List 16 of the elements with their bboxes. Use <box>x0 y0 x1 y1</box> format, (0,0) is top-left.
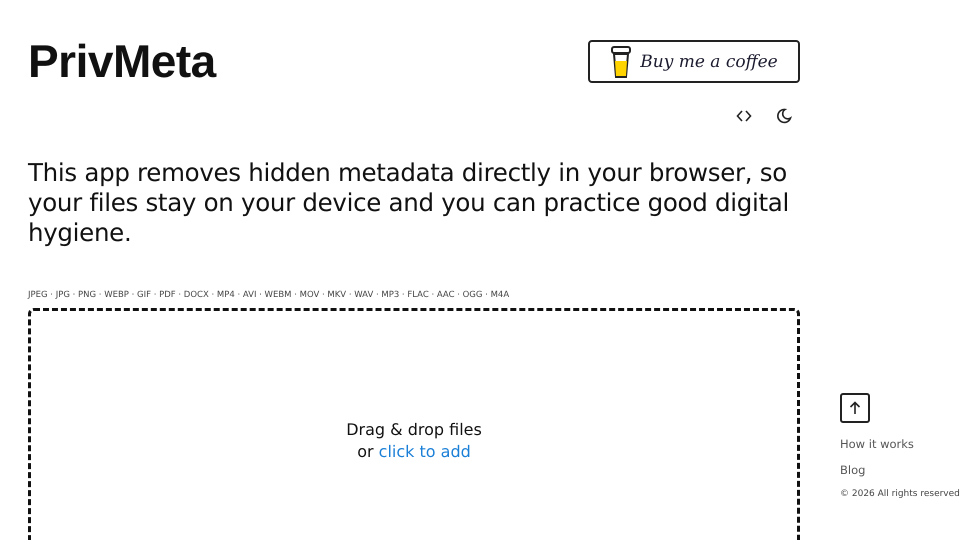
code-icon[interactable] <box>736 108 752 124</box>
drop-zone[interactable]: Drag & drop files or click to add <box>28 308 800 540</box>
drop-prompt: Drag & drop files <box>346 419 482 441</box>
coffee-button[interactable]: Buy me a coffee <box>588 40 800 83</box>
intro-paragraph: This app removes hidden metadata directly in your browser, so your files stay on your device and you can practice good digital hygiene. <box>28 158 790 248</box>
copyright-text: © 2026 All rights reserved <box>840 489 960 499</box>
click-to-add-link[interactable]: click to add <box>378 442 471 461</box>
sidebar-link[interactable]: How it works <box>840 437 914 451</box>
logo-text: PrivMeta <box>28 36 216 86</box>
sidebar-link[interactable]: Blog <box>840 463 866 477</box>
scroll-top-button[interactable] <box>840 393 870 423</box>
drop-hint: or click to add <box>357 441 471 463</box>
moon-icon[interactable] <box>776 108 792 124</box>
arrow-up-icon <box>849 401 861 415</box>
cup-icon <box>610 44 632 78</box>
supported-formats: JPEG · JPG · PNG · WEBP · GIF · PDF · DOCX · MP4 · AVI · WEBM · MOV · MKV · WAV · MP3 · FLAC · AAC · OGG · M4A <box>28 290 510 300</box>
